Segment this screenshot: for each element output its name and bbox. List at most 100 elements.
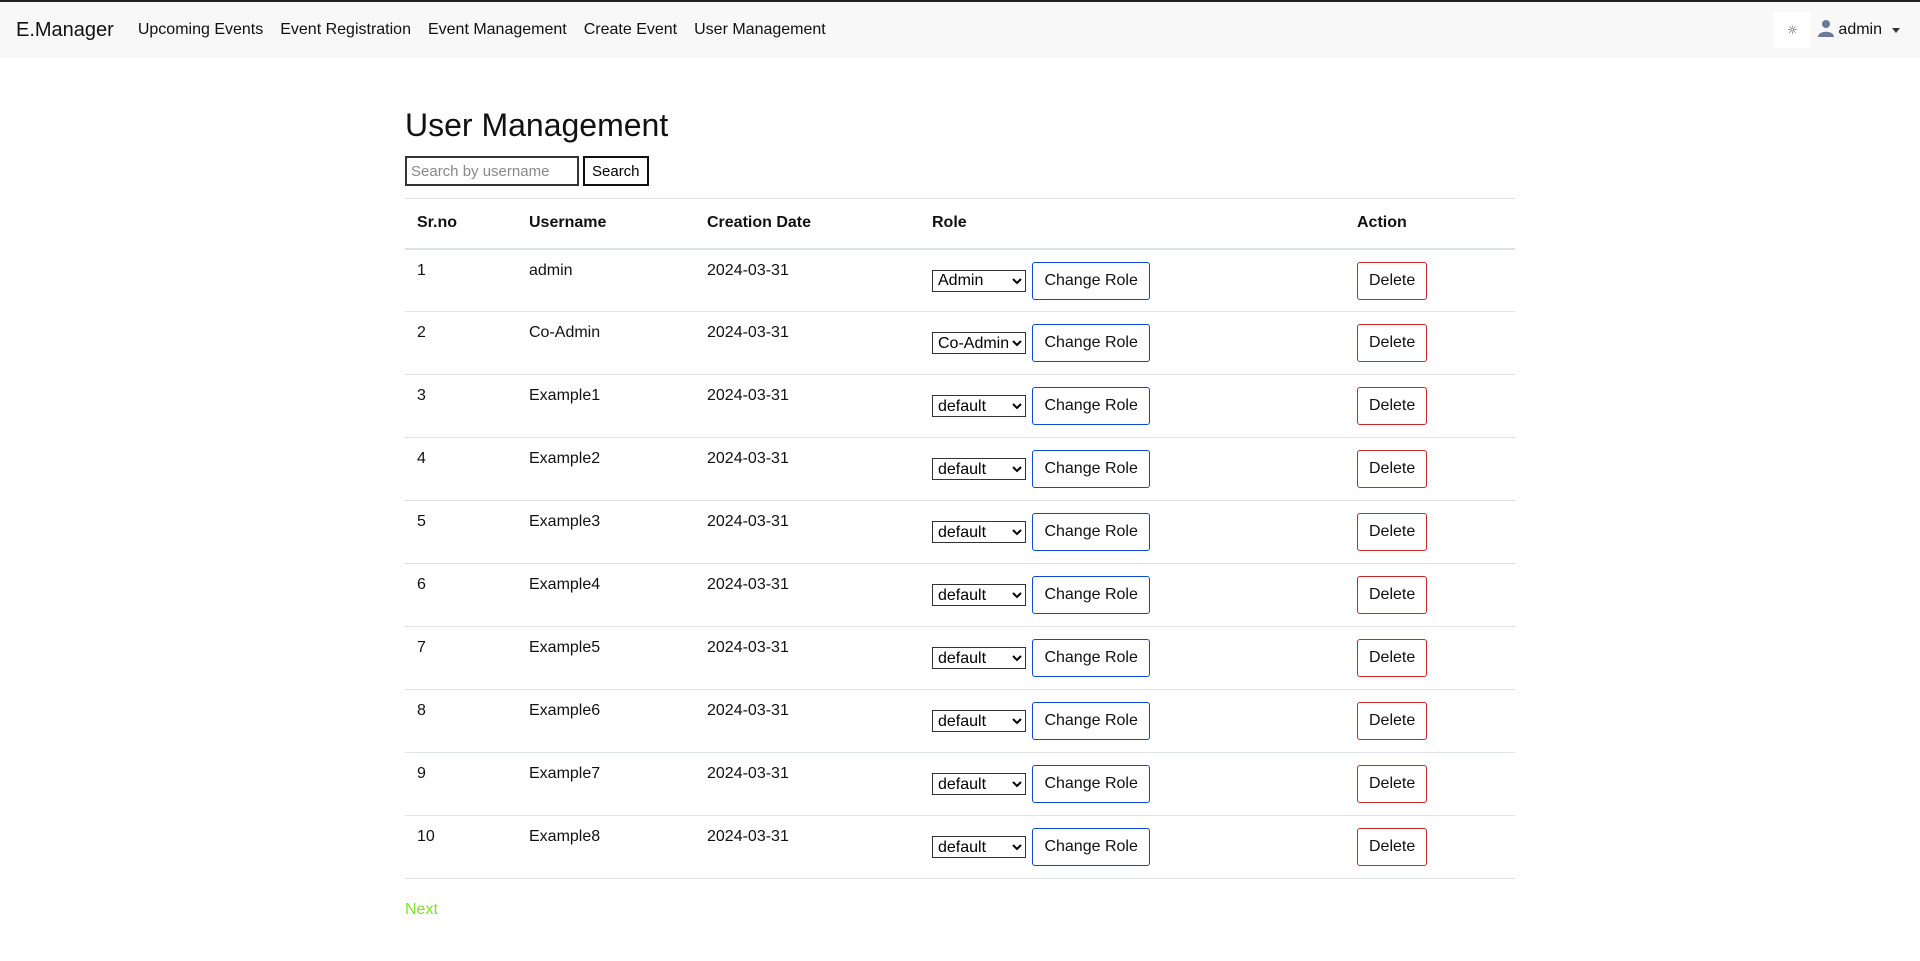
delete-button[interactable]: Delete — [1357, 513, 1428, 551]
role-select[interactable]: default — [932, 836, 1026, 858]
cell-action: Delete — [1345, 815, 1515, 879]
cell-role: default Change Role — [920, 500, 1345, 564]
cell-srno: 5 — [405, 500, 517, 564]
cell-srno: 3 — [405, 374, 517, 438]
cell-action: Delete — [1345, 437, 1515, 501]
cell-creation-date: 2024-03-31 — [695, 815, 920, 879]
search-button[interactable]: Search — [583, 156, 649, 186]
change-role-button[interactable]: Change Role — [1032, 324, 1150, 362]
cell-action: Delete — [1345, 626, 1515, 690]
change-role-button[interactable]: Change Role — [1032, 828, 1150, 866]
nav-right: ☼ admin — [1773, 12, 1900, 48]
nav-user-management[interactable]: User Management — [694, 21, 826, 39]
cell-role: default Change Role — [920, 689, 1345, 753]
cell-role: default Change Role — [920, 752, 1345, 816]
theme-toggle-button[interactable]: ☼ — [1773, 12, 1812, 48]
change-role-button[interactable]: Change Role — [1032, 513, 1150, 551]
delete-button[interactable]: Delete — [1357, 450, 1428, 488]
cell-username: Example5 — [517, 626, 695, 690]
nav-upcoming-events[interactable]: Upcoming Events — [138, 21, 263, 39]
brand-logo[interactable]: E.Manager — [16, 19, 114, 42]
cell-creation-date: 2024-03-31 — [695, 752, 920, 816]
table-row: 10 Example8 2024-03-31 default Change Role D… — [405, 815, 1515, 879]
chevron-down-icon — [1892, 27, 1900, 33]
cell-creation-date: 2024-03-31 — [695, 248, 920, 312]
change-role-button[interactable]: Change Role — [1032, 450, 1150, 488]
cell-action: Delete — [1345, 500, 1515, 564]
cell-srno: 10 — [405, 815, 517, 879]
delete-button[interactable]: Delete — [1357, 828, 1428, 866]
cell-action: Delete — [1345, 752, 1515, 816]
table-row: 9 Example7 2024-03-31 default Change Role De… — [405, 752, 1515, 816]
change-role-button[interactable]: Change Role — [1032, 576, 1150, 614]
table-row: 8 Example6 2024-03-31 default Change Role De… — [405, 689, 1515, 753]
cell-srno: 1 — [405, 248, 517, 312]
change-role-button[interactable]: Change Role — [1032, 639, 1150, 677]
table-row: 7 Example5 2024-03-31 default Change Role De… — [405, 626, 1515, 690]
user-menu-dropdown[interactable]: admin — [1817, 19, 1900, 42]
cell-action: Delete — [1345, 248, 1515, 312]
delete-button[interactable]: Delete — [1357, 765, 1428, 803]
nav-links: Upcoming Events Event Registration Event… — [138, 21, 843, 39]
nav-event-registration[interactable]: Event Registration — [280, 21, 411, 39]
role-select[interactable]: default — [932, 458, 1026, 480]
search-row: Search — [405, 156, 1515, 186]
cell-creation-date: 2024-03-31 — [695, 437, 920, 501]
search-input[interactable] — [405, 156, 579, 186]
cell-username: Example7 — [517, 752, 695, 816]
cell-creation-date: 2024-03-31 — [695, 563, 920, 627]
header-creation-date: Creation Date — [695, 198, 920, 250]
role-select[interactable]: default — [932, 647, 1026, 669]
change-role-button[interactable]: Change Role — [1032, 702, 1150, 740]
delete-button[interactable]: Delete — [1357, 702, 1428, 740]
change-role-button[interactable]: Change Role — [1032, 387, 1150, 425]
role-select[interactable]: default — [932, 584, 1026, 606]
cell-username: Example6 — [517, 689, 695, 753]
sun-icon: ☼ — [1787, 23, 1798, 37]
cell-action: Delete — [1345, 374, 1515, 438]
cell-srno: 4 — [405, 437, 517, 501]
users-table: Sr.no Username Creation Date Role Action… — [405, 198, 1515, 879]
change-role-button[interactable]: Change Role — [1032, 765, 1150, 803]
cell-creation-date: 2024-03-31 — [695, 500, 920, 564]
table-row: 6 Example4 2024-03-31 default Change Role De… — [405, 563, 1515, 627]
header-username: Username — [517, 198, 695, 250]
header-action: Action — [1345, 198, 1515, 250]
delete-button[interactable]: Delete — [1357, 576, 1428, 614]
table-header-row: Sr.no Username Creation Date Role Action — [405, 198, 1515, 250]
role-select[interactable]: default — [932, 773, 1026, 795]
table-row: 4 Example2 2024-03-31 default Change Role De… — [405, 437, 1515, 501]
main-content: User Management Search Sr.no Username Cr… — [405, 104, 1515, 919]
nav-create-event[interactable]: Create Event — [584, 21, 677, 39]
delete-button[interactable]: Delete — [1357, 387, 1428, 425]
cell-creation-date: 2024-03-31 — [695, 311, 920, 375]
change-role-button[interactable]: Change Role — [1032, 261, 1150, 300]
role-select[interactable]: Co-Admin — [932, 332, 1026, 354]
cell-role: Co-Admin Change Role — [920, 311, 1345, 375]
cell-srno: 7 — [405, 626, 517, 690]
role-select[interactable]: default — [932, 521, 1026, 543]
cell-srno: 2 — [405, 311, 517, 375]
header-srno: Sr.no — [405, 198, 517, 250]
top-navbar: E.Manager Upcoming Events Event Registra… — [0, 0, 1920, 58]
cell-username: Co-Admin — [517, 311, 695, 375]
cell-role: default Change Role — [920, 815, 1345, 879]
cell-username: Example4 — [517, 563, 695, 627]
cell-creation-date: 2024-03-31 — [695, 626, 920, 690]
delete-button[interactable]: Delete — [1357, 639, 1428, 677]
cell-creation-date: 2024-03-31 — [695, 374, 920, 438]
delete-button[interactable]: Delete — [1357, 324, 1428, 362]
cell-action: Delete — [1345, 311, 1515, 375]
table-row: 2 Co-Admin 2024-03-31 Co-Admin Change Role D… — [405, 311, 1515, 375]
role-select[interactable]: default — [932, 710, 1026, 732]
header-role: Role — [920, 198, 1345, 250]
delete-button[interactable]: Delete — [1357, 261, 1428, 300]
nav-event-management[interactable]: Event Management — [428, 21, 567, 39]
cell-role: default Change Role — [920, 626, 1345, 690]
role-select[interactable]: Admin — [932, 269, 1026, 292]
user-name: admin — [1838, 21, 1882, 38]
role-select[interactable]: default — [932, 395, 1026, 417]
table-row: 1 admin 2024-03-31 Admin Change Role Delete — [405, 248, 1515, 312]
cell-role: default Change Role — [920, 563, 1345, 627]
next-page-link[interactable]: Next — [405, 901, 438, 919]
